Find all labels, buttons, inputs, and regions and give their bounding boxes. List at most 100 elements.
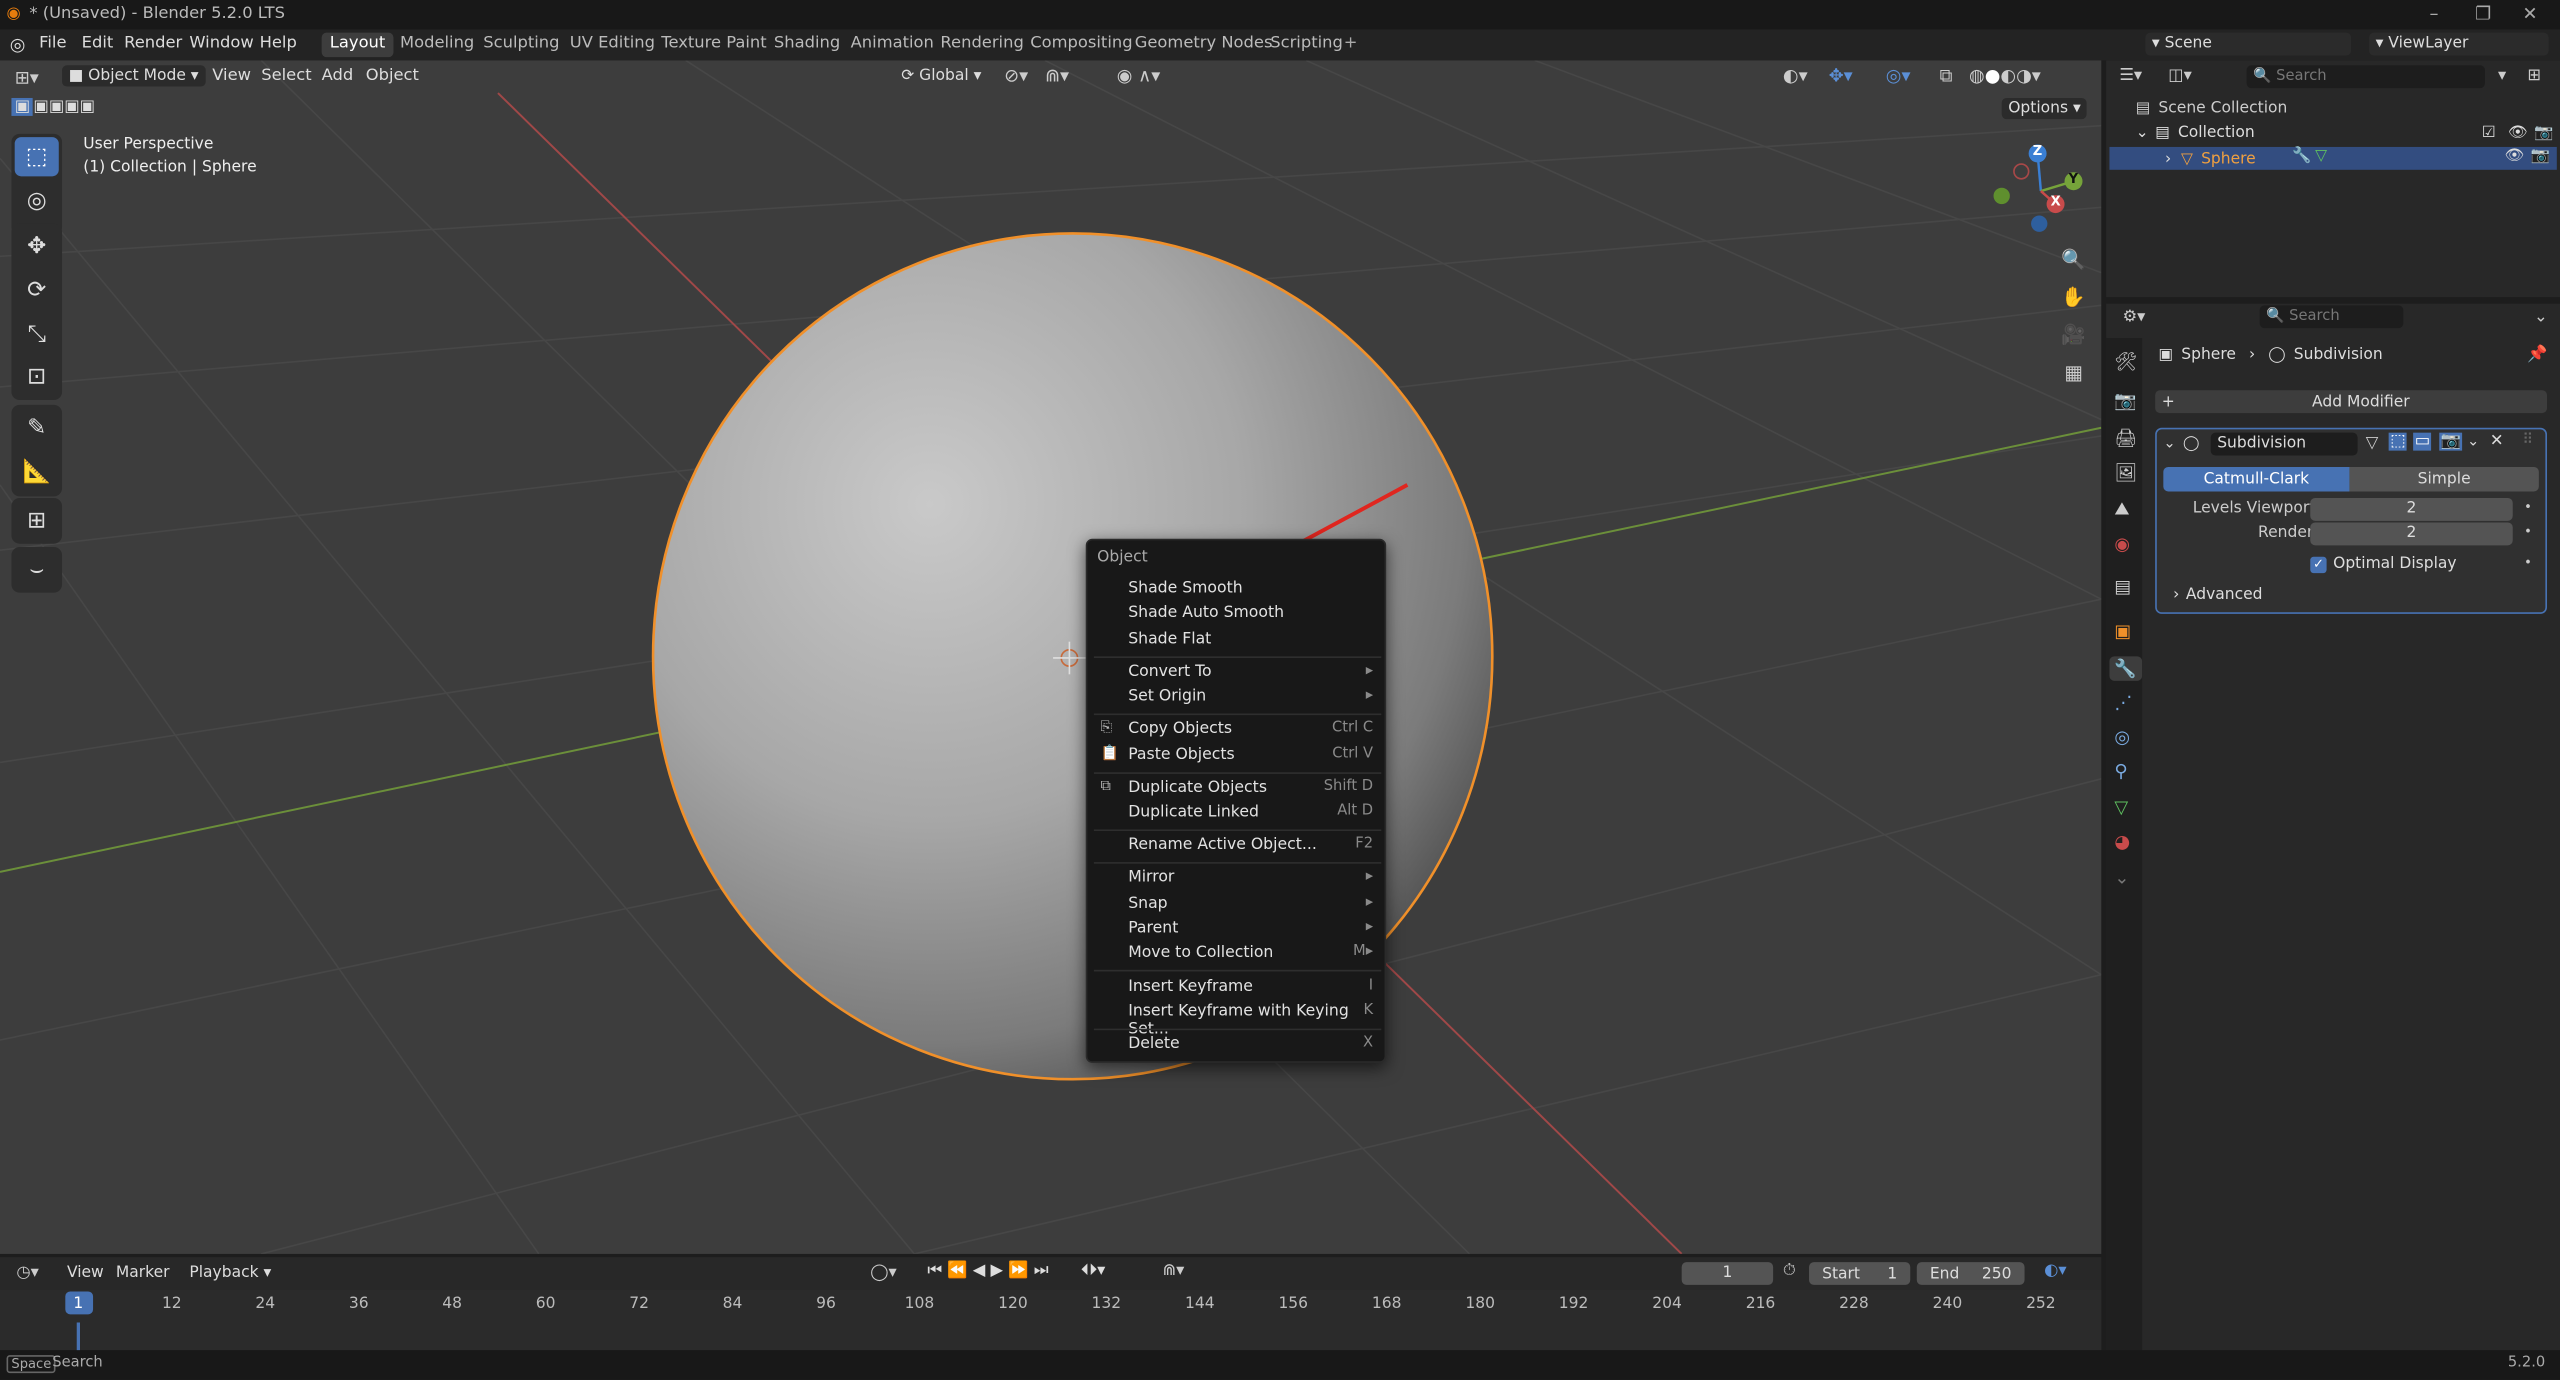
camera-icon[interactable]: 📷 bbox=[2531, 147, 2550, 165]
menu-item-paste-objects[interactable]: 📋 Paste Objects Ctrl V bbox=[1100, 746, 1373, 764]
menu-edit[interactable]: Edit bbox=[82, 34, 114, 52]
filter-icon[interactable]: ▾ bbox=[2498, 67, 2506, 85]
select-box-tool[interactable]: ⬚ bbox=[14, 137, 59, 177]
menu-item-duplicate-linked[interactable]: Duplicate Linked Alt D bbox=[1128, 803, 1373, 821]
xray-icon[interactable]: ⧉ bbox=[1940, 65, 1953, 88]
timeline-scrubber[interactable]: 1 12 24 36 48 60 72 84 96 108 120 132 144 156 168 180 19… bbox=[0, 1289, 2102, 1351]
viewport-toggle-icon[interactable]: ▭ bbox=[2413, 432, 2432, 451]
cage-toggle-icon[interactable]: ⬚ bbox=[2388, 432, 2408, 451]
menu-window[interactable]: Window bbox=[189, 34, 253, 52]
method-catmull-clark[interactable]: Catmull-Clark bbox=[2163, 466, 2350, 492]
zoom-icon[interactable]: 🔍 bbox=[2060, 248, 2086, 274]
menu-item-convert-to[interactable]: Convert To ▸ bbox=[1128, 663, 1373, 681]
timeline-menu-playback[interactable]: Playback ▾ bbox=[189, 1264, 271, 1282]
minimize-icon[interactable]: – bbox=[2429, 3, 2438, 24]
3d-viewport[interactable]: ⊞▾ ■ Object Mode ▾ View Select Add Objec… bbox=[0, 60, 2102, 1254]
close-icon[interactable]: ✕ bbox=[2490, 433, 2504, 451]
navigation-gizmo[interactable]: Z Y X bbox=[1992, 142, 2090, 240]
proportional-edit-icon[interactable]: ◉ ∧▾ bbox=[1117, 65, 1161, 86]
scene-tab-icon[interactable]: ⛰ bbox=[2114, 498, 2129, 521]
pivot-icon[interactable]: ⊘▾ bbox=[1004, 65, 1028, 86]
menu-item-shade-flat[interactable]: Shade Flat bbox=[1128, 630, 1373, 648]
viewport-menu-add[interactable]: Add bbox=[322, 67, 354, 85]
tab-scripting[interactable]: Scripting bbox=[1262, 33, 1351, 57]
menu-item-duplicate-objects[interactable]: ⧉ Duplicate Objects Shift D bbox=[1100, 779, 1373, 797]
menu-item-shade-auto-smooth[interactable]: Shade Auto Smooth bbox=[1128, 604, 1373, 622]
add-workspace-icon[interactable]: + bbox=[1344, 34, 1358, 52]
keyframe-jump-icons[interactable]: ⏴⏵▾ bbox=[1081, 1262, 1106, 1280]
menu-item-copy-objects[interactable]: ⎘ Copy Objects Ctrl C bbox=[1100, 720, 1373, 738]
transform-orientation[interactable]: ⟳ Global ▾ bbox=[901, 67, 981, 85]
overlay-toggle-icon[interactable]: ◎▾ bbox=[1886, 65, 1911, 86]
move-tool[interactable]: ✥ bbox=[15, 227, 59, 266]
tab-rendering[interactable]: Rendering bbox=[932, 33, 1032, 57]
tab-uv-editing[interactable]: UV Editing bbox=[562, 33, 664, 57]
eye-icon[interactable]: 👁 bbox=[2505, 147, 2525, 165]
orthographic-toggle-icon[interactable]: ▦ bbox=[2060, 361, 2086, 387]
playback-controls[interactable]: ⏮ ⏪ ◀ ▶ ⏩ ⏭ bbox=[927, 1262, 1048, 1280]
menu-item-delete[interactable]: Delete X bbox=[1128, 1035, 1373, 1053]
menu-item-shade-smooth[interactable]: Shade Smooth bbox=[1128, 580, 1373, 598]
mesh-data-tab-icon[interactable]: ▽ bbox=[2114, 797, 2128, 818]
drag-handle-icon[interactable]: ⠿ bbox=[2523, 433, 2534, 449]
tab-modeling[interactable]: Modeling bbox=[392, 33, 483, 57]
timeline-options-icon[interactable]: ◐▾ bbox=[2044, 1262, 2066, 1280]
mode-selector[interactable]: ■ Object Mode ▾ bbox=[62, 65, 206, 87]
cursor-tool[interactable]: ◎ bbox=[15, 181, 59, 220]
menu-item-set-origin[interactable]: Set Origin ▸ bbox=[1128, 687, 1373, 705]
transform-tool[interactable]: ⊡ bbox=[15, 358, 59, 397]
menu-item-insert-keyframe-keying-set[interactable]: Insert Keyframe with Keying Set... K bbox=[1128, 1002, 1373, 1038]
measure-tool[interactable]: 📐 bbox=[15, 452, 59, 491]
timeline-menu-view[interactable]: View bbox=[67, 1264, 104, 1282]
annotate-tool[interactable]: ✎ bbox=[15, 408, 59, 447]
menu-file[interactable]: File bbox=[39, 34, 66, 52]
edit-mode-toggle-icon[interactable]: ▽ bbox=[2366, 434, 2379, 452]
pin-icon[interactable]: 📌 bbox=[2527, 346, 2547, 364]
modifier-tab-icon[interactable]: 🔧 bbox=[2109, 656, 2142, 681]
material-tab-icon[interactable]: ◕ bbox=[2114, 831, 2130, 852]
levels-viewport-field[interactable]: 2 bbox=[2310, 497, 2513, 521]
viewport-menu-object[interactable]: Object bbox=[366, 67, 419, 85]
tab-geometry-nodes[interactable]: Geometry Nodes bbox=[1127, 33, 1281, 57]
method-simple[interactable]: Simple bbox=[2349, 466, 2539, 492]
particles-tab-icon[interactable]: ⋰ bbox=[2114, 692, 2132, 713]
modifier-name-field[interactable]: Subdivision bbox=[2210, 432, 2358, 456]
keyframe-dot-icon[interactable]: • bbox=[2524, 555, 2532, 570]
eye-icon[interactable]: 👁 bbox=[2508, 124, 2528, 142]
blender-menu-icon[interactable]: ◎ bbox=[10, 34, 26, 55]
object-tab-icon[interactable]: ▣ bbox=[2114, 620, 2131, 641]
world-tab-icon[interactable]: ◉ bbox=[2114, 534, 2130, 555]
auto-keying-icon[interactable]: ◯▾ bbox=[870, 1264, 896, 1282]
timeline-editor-type-icon[interactable]: ◷▾ bbox=[16, 1264, 38, 1282]
keyframe-dot-icon[interactable]: • bbox=[2524, 500, 2532, 515]
tab-animation[interactable]: Animation bbox=[842, 33, 942, 57]
menu-render[interactable]: Render bbox=[124, 34, 182, 52]
menu-item-move-to-collection[interactable]: Move to Collection M▸ bbox=[1128, 944, 1373, 962]
outliner-collection[interactable]: ⌄ ▤ Collection ☑ 👁 📷 bbox=[2136, 124, 2560, 142]
keyframe-dot-icon[interactable]: • bbox=[2524, 524, 2532, 539]
view-layer-tab-icon[interactable]: 🖼 bbox=[2114, 462, 2137, 483]
chevron-down-icon[interactable]: ⌄ bbox=[2163, 436, 2175, 452]
properties-search-input[interactable]: 🔍 Search bbox=[2259, 305, 2404, 329]
gizmo-toggle-icon[interactable]: ✥▾ bbox=[1829, 65, 1853, 86]
outliner-scene-collection[interactable]: ▤ Scene Collection bbox=[2136, 100, 2288, 118]
visibility-icon[interactable]: ◐▾ bbox=[1783, 65, 1808, 86]
pan-hand-icon[interactable]: ✋ bbox=[2060, 286, 2086, 312]
physics-tab-icon[interactable]: ◎ bbox=[2114, 727, 2130, 748]
camera-icon[interactable]: 📷 bbox=[2534, 124, 2553, 142]
menu-item-rename-active-object[interactable]: Rename Active Object... F2 bbox=[1128, 836, 1373, 854]
chevron-down-icon[interactable]: ⌄ bbox=[2114, 867, 2129, 888]
checkbox-icon[interactable]: ☑ bbox=[2482, 124, 2496, 142]
constraints-tab-icon[interactable]: ⚲ bbox=[2114, 761, 2127, 782]
options-button[interactable]: Options ▾ bbox=[2001, 97, 2088, 120]
tab-compositing[interactable]: Compositing bbox=[1022, 33, 1141, 57]
end-frame-field[interactable]: End 250 bbox=[1916, 1262, 2025, 1285]
current-frame-field[interactable]: 1 bbox=[1681, 1262, 1774, 1285]
snap-icon[interactable]: ⋒▾ bbox=[1045, 65, 1069, 86]
render-levels-field[interactable]: 2 bbox=[2310, 522, 2513, 546]
menu-item-parent[interactable]: Parent ▸ bbox=[1128, 919, 1373, 937]
menu-item-insert-keyframe[interactable]: Insert Keyframe I bbox=[1128, 978, 1373, 996]
render-toggle-icon[interactable]: 📷 bbox=[2439, 432, 2463, 451]
shading-mode-icons[interactable]: ◍●◐◑▾ bbox=[1969, 65, 2041, 86]
add-modifier-button[interactable]: + Add Modifier bbox=[2155, 390, 2548, 414]
